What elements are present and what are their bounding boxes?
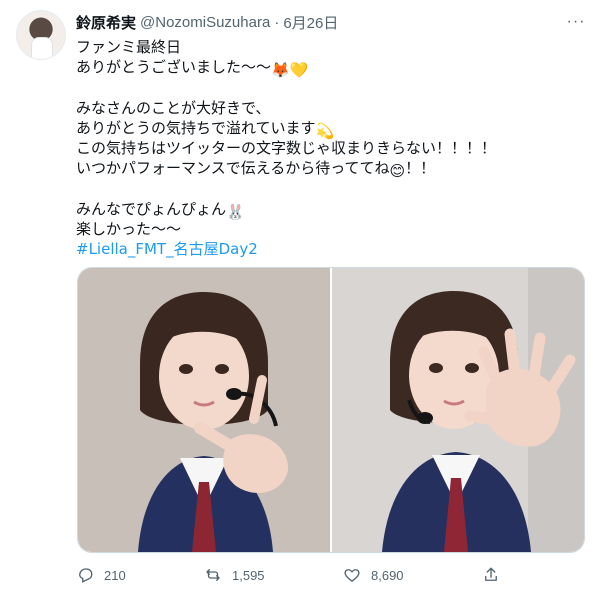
tweet-text: ファンミ最終日 ありがとうございました〜〜🦊💛 みなさんのことが大好きで、 あり… (76, 37, 576, 259)
header-separator: · (274, 13, 280, 31)
author-name[interactable]: 鈴原希実 (76, 12, 136, 33)
tweet-line: この気持ちはツイッターの文字数じゃ収まりきらない！！！！ (76, 138, 497, 157)
photo-grid (77, 267, 585, 553)
smile-emoji-icon: 😊 (389, 162, 406, 181)
like-button[interactable]: 8,690 (343, 566, 404, 584)
tweet-line: いつかパフォーマンスで伝えるから待っててね😊！！ (76, 159, 436, 181)
tweet-header: 鈴原希実 @NozomiSuzuhara · 6月26日 (76, 12, 338, 32)
tweet[interactable]: 鈴原希実 @NozomiSuzuhara · 6月26日 ··· ファンミ最終日… (0, 0, 599, 596)
photo-left[interactable] (78, 268, 330, 552)
hashtag-link[interactable]: #Liella_FMT_名古屋Day2 (76, 239, 576, 259)
tweet-date[interactable]: 6月26日 (283, 12, 338, 33)
reply-count: 210 (104, 567, 126, 583)
tweet-line: みんなでぴょんぴょん🐰 (76, 199, 245, 221)
tweet-line: ありがとうございました〜〜🦊💛 (76, 58, 309, 80)
tweet-line: みなさんのことが大好きで、 (76, 98, 271, 117)
yellow-heart-emoji-icon: 💛 (289, 61, 309, 80)
author-handle[interactable]: @NozomiSuzuhara (140, 14, 270, 31)
rabbit-emoji-icon: 🐰 (226, 202, 245, 221)
tweet-line: ファンミ最終日 (76, 38, 182, 56)
fox-emoji-icon: 🦊 (271, 61, 290, 80)
retweet-icon (206, 569, 220, 581)
retweet-button[interactable]: 1,595 (204, 566, 265, 584)
like-count: 8,690 (371, 567, 404, 583)
reply-button[interactable]: 210 (76, 566, 126, 584)
heart-icon (344, 569, 360, 582)
reply-icon (79, 568, 93, 583)
photo-right[interactable] (332, 268, 584, 552)
share-icon (485, 567, 497, 581)
tweet-actions: 210 1,595 8,690 (76, 566, 506, 586)
avatar[interactable] (16, 10, 66, 60)
more-dots-icon[interactable]: ··· (567, 13, 585, 30)
tweet-line: 楽しかった〜〜 (76, 219, 182, 238)
share-button[interactable] (482, 566, 510, 584)
tweet-line: ありがとうの気持ちで溢れています💫 (76, 118, 335, 140)
retweet-count: 1,595 (232, 567, 265, 583)
